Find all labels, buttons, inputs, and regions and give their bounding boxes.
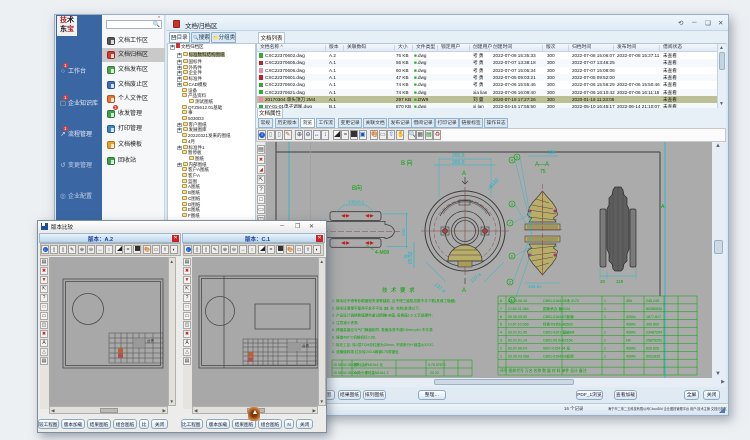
svg-text:266.8: 266.8 bbox=[452, 160, 465, 166]
svg-text:N4: N4 bbox=[626, 339, 631, 343]
svg-text:02.07.06.F4: 02.07.06.F4 bbox=[508, 346, 527, 350]
svg-text:特条TM合EMB503: 特条TM合EMB503 bbox=[543, 322, 573, 327]
svg-text:3. 产品设计调换数值硬件重试精确HB值, 母铸值1.5 工: 3. 产品设计调换数值硬件重试精确HB值, 母铸值1.5 工艺锁硬件; bbox=[332, 313, 433, 318]
svg-text:1: 1 bbox=[500, 354, 502, 358]
svg-text:4-M08: 4-M08 bbox=[375, 250, 389, 256]
svg-text:1: 1 bbox=[604, 307, 606, 311]
svg-text:CB01-05.0i-B2154: CB01-05.0i-B2154 bbox=[543, 339, 573, 343]
svg-text:序号 图样代号 万名 名称 数 量: 序号 图样代号 万名 名称 数 量 材 料 单件 总计 备注 bbox=[500, 368, 587, 373]
svg-text:45#: 45# bbox=[626, 299, 632, 303]
svg-text:CB01-0164-07板偏: CB01-0164-07板偏 bbox=[543, 314, 574, 319]
svg-text:25875251: 25875251 bbox=[646, 339, 662, 343]
svg-text:7. 除在工区: 除1层TCM总红度为25mm, 不锈条行H: 7. 除在工区: 除1层TCM总红度为25mm, 不锈条行H 轴温火570C; bbox=[332, 342, 434, 347]
svg-text:2. 铸毛坯清理平整净平处不平处 (缺. 砂. 毛刺)处清以: 2. 铸毛坯清理平整净平处不平处 (缺. 砂. 毛刺)处清以下; bbox=[332, 305, 420, 310]
svg-text:CI.62.01.064: CI.62.01.064 bbox=[508, 307, 529, 311]
svg-text:6. 铸造490°C机械机红0.38;: 6. 铸造490°C机械机红0.38; bbox=[332, 335, 376, 340]
svg-text:CB01-0301-偏轴M4: CB01-0301-偏轴M4 bbox=[543, 330, 575, 335]
svg-text:8: 8 bbox=[500, 299, 502, 303]
svg-text:B 向: B 向 bbox=[401, 159, 413, 167]
svg-text:430#x: 430#x bbox=[626, 323, 636, 327]
svg-text:430#x: 430#x bbox=[626, 354, 636, 358]
svg-text:国家承办 偏4124: 国家承办 偏4124 bbox=[543, 306, 570, 311]
svg-text:1: 1 bbox=[604, 299, 606, 303]
svg-text:0607-0154-04 母: 0607-0154-04 母 bbox=[543, 346, 570, 350]
svg-text:03.05.03.068: 03.05.03.068 bbox=[508, 354, 529, 358]
svg-text:1: 1 bbox=[604, 315, 606, 319]
svg-text:05.05.05.05: 05.05.05.05 bbox=[508, 315, 527, 319]
svg-text:9.76 57672: 9.76 57672 bbox=[428, 363, 446, 367]
svg-text:B向: B向 bbox=[352, 184, 362, 192]
svg-text:Ø5: Ø5 bbox=[404, 254, 411, 259]
svg-text:165.5±: 165.5± bbox=[528, 284, 542, 289]
svg-text:4: 4 bbox=[500, 331, 502, 335]
svg-text:台青: 台青 bbox=[147, 338, 154, 343]
svg-text:CB01-0164-05承 4172: CB01-0164-05承 4172 bbox=[543, 298, 579, 303]
svg-text:300 800: 300 800 bbox=[646, 323, 659, 327]
svg-text:CI.67.10.066: CI.67.10.066 bbox=[508, 323, 529, 327]
svg-text:430#x: 430#x bbox=[626, 346, 636, 350]
svg-text:02.01.01.14: 02.01.01.14 bbox=[508, 339, 527, 343]
svg-text:A—A: A—A bbox=[535, 162, 549, 168]
svg-text:142: 142 bbox=[401, 228, 406, 236]
svg-text:2: 2 bbox=[500, 346, 502, 350]
svg-text:1: 1 bbox=[604, 339, 606, 343]
svg-text:7: 7 bbox=[500, 307, 502, 311]
svg-text:技 术 要 求: 技 术 要 求 bbox=[382, 286, 416, 294]
svg-text:135±0.1: 135±0.1 bbox=[348, 200, 365, 205]
svg-text:CB01-0164-03板侧: CB01-0164-03板侧 bbox=[543, 353, 574, 358]
svg-text:03.01.01.05: 03.01.01.05 bbox=[508, 331, 527, 335]
svg-text:23487204: 23487204 bbox=[646, 331, 662, 335]
svg-text:6: 6 bbox=[500, 315, 502, 319]
svg-text:245,245: 245,245 bbox=[646, 299, 659, 303]
svg-text:3: 3 bbox=[500, 339, 502, 343]
svg-text:430#x: 430#x bbox=[626, 315, 636, 319]
svg-text:20: 20 bbox=[600, 279, 606, 284]
svg-text:260.8: 260.8 bbox=[452, 153, 465, 159]
svg-text:1: 1 bbox=[604, 331, 606, 335]
svg-text:105: 105 bbox=[547, 150, 556, 156]
svg-text:1. 铸毛坯不得有砂眼缩松夹渣等缺陷, 且不得三缺陷总数不平: 1. 铸毛坯不得有砂眼缩松夹渣等缺陷, 且不得三缺陷总数不平个数(其缘工隐藏); bbox=[332, 298, 456, 303]
svg-text:4. 注意减小夹角;: 4. 注意减小夹角; bbox=[332, 320, 359, 325]
svg-text:A: A bbox=[462, 288, 466, 294]
svg-text:20 20: 20 20 bbox=[430, 371, 439, 375]
svg-text:台青: 台青 bbox=[302, 343, 310, 348]
svg-text:5031835: 5031835 bbox=[646, 354, 660, 358]
svg-text:75: 75 bbox=[540, 169, 546, 175]
svg-text:1: 1 bbox=[604, 354, 606, 358]
svg-text:塑料油杯M10x1 长: 塑料油杯M10x1 长 bbox=[354, 362, 383, 367]
svg-text:1: 1 bbox=[604, 346, 606, 350]
svg-text:六角头螺栓塞M10x1 2: 六角头螺栓塞M10x1 2 bbox=[354, 370, 388, 375]
svg-text:63.05.06.15: 63.05.06.15 bbox=[508, 299, 527, 303]
svg-text:119: 119 bbox=[616, 279, 624, 284]
svg-text:430#x: 430#x bbox=[626, 331, 636, 335]
svg-text:8. 波膜值转锈 红灰轮243.6铸镀175漆镀处.: 8. 波膜值转锈 红灰轮243.6铸镀175漆镀处. bbox=[332, 349, 400, 354]
svg-text:A: A bbox=[462, 171, 466, 177]
svg-text:1677,817: 1677,817 bbox=[646, 315, 661, 319]
svg-text:626 626: 626 626 bbox=[646, 346, 659, 350]
svg-text:5: 5 bbox=[500, 323, 502, 327]
svg-text:80380530: 80380530 bbox=[646, 307, 662, 311]
svg-text:5. 焊缝高度应与气门隙缝相符, 表面涂漆不超0.5mm p: 5. 焊缝高度应与气门隙缝相符, 表面涂漆不超0.5mm p8.t 不平漆; bbox=[332, 327, 433, 332]
